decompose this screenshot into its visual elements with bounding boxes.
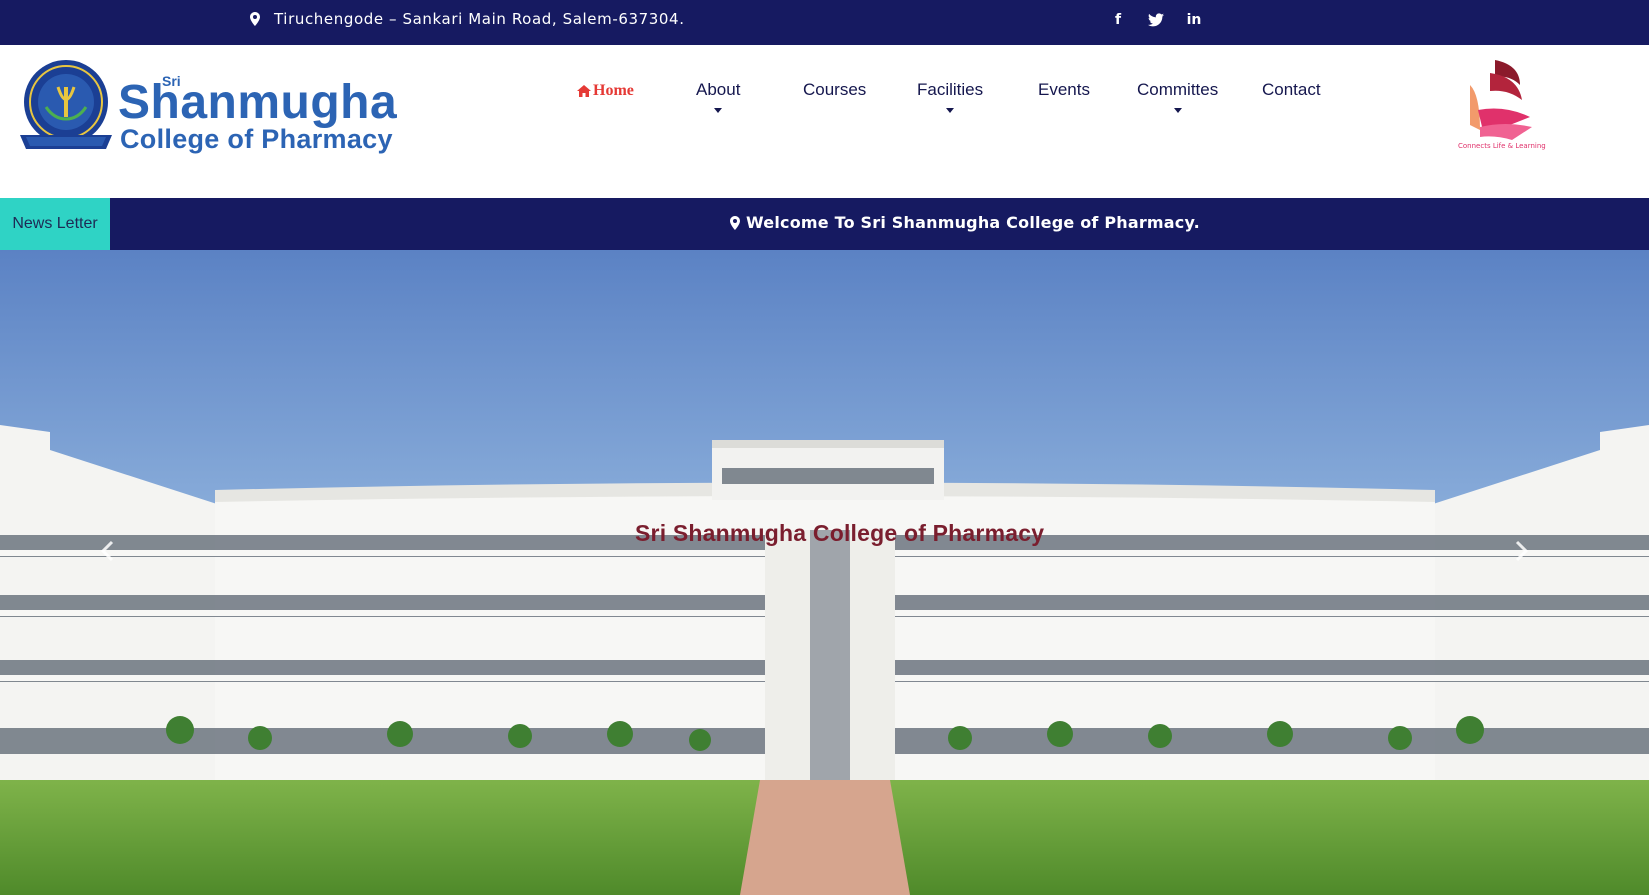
address-text: Tiruchengode – Sankari Main Road, Salem-… — [274, 10, 685, 28]
welcome-message: Welcome To Sri Shanmugha College of Phar… — [730, 213, 1200, 232]
site-header: Sri Shanmugha College of Pharmacy Home A… — [0, 45, 1649, 199]
caret-down-icon — [714, 108, 723, 113]
campus-building-image — [0, 250, 1649, 895]
newsletter-bar: News Letter Welcome To Sri Shanmugha Col… — [0, 198, 1649, 250]
nav-courses-label: Courses — [803, 80, 867, 99]
chevron-left-icon — [100, 540, 114, 562]
brand-subtitle: College of Pharmacy — [120, 124, 393, 154]
welcome-message-text: Welcome To Sri Shanmugha College of Phar… — [746, 213, 1200, 232]
map-marker-icon — [250, 12, 260, 26]
nav-facilities-label: Facilities — [917, 80, 984, 99]
nav-events[interactable]: Events — [1038, 80, 1090, 100]
linkedin-icon[interactable]: in — [1186, 12, 1202, 28]
social-links: f in — [1110, 12, 1202, 28]
partner-tagline: Connects Life & Learning — [1458, 142, 1546, 150]
nav-about-label: About — [696, 80, 741, 99]
nav-committes[interactable]: Committes — [1137, 80, 1218, 113]
top-bar: Tiruchengode – Sankari Main Road, Salem-… — [0, 0, 1649, 45]
newsletter-label[interactable]: News Letter — [0, 198, 110, 250]
nav-contact[interactable]: Contact — [1262, 80, 1321, 100]
slider-next-button[interactable] — [1515, 540, 1545, 570]
address: Tiruchengode – Sankari Main Road, Salem-… — [250, 10, 685, 28]
chevron-right-icon — [1515, 540, 1529, 562]
nav-home-label: Home — [593, 82, 634, 99]
nav-about[interactable]: About — [696, 80, 740, 113]
hero-slider: Sri Shanmugha College of Pharmacy — [0, 250, 1649, 895]
twitter-icon[interactable] — [1148, 13, 1164, 27]
brand-name: Shanmugha — [118, 76, 398, 129]
home-icon — [577, 85, 591, 97]
caret-down-icon — [946, 108, 955, 113]
college-emblem-icon — [20, 60, 112, 149]
nav-committes-label: Committes — [1137, 80, 1219, 99]
partner-logo[interactable]: Connects Life & Learning — [1450, 55, 1550, 155]
college-logo[interactable]: Sri Shanmugha College of Pharmacy — [16, 57, 416, 157]
nav-courses[interactable]: Courses — [803, 80, 866, 100]
nav-events-label: Events — [1038, 80, 1090, 99]
nav-home[interactable]: Home — [577, 82, 634, 100]
nav-facilities[interactable]: Facilities — [917, 80, 983, 113]
map-marker-icon — [730, 215, 740, 230]
facebook-icon[interactable]: f — [1110, 12, 1126, 28]
caret-down-icon — [1173, 108, 1182, 113]
nav-contact-label: Contact — [1262, 80, 1321, 99]
book-emblem-icon — [1470, 60, 1532, 140]
slider-prev-button[interactable] — [100, 540, 130, 570]
building-sign: Sri Shanmugha College of Pharmacy — [635, 520, 1045, 546]
